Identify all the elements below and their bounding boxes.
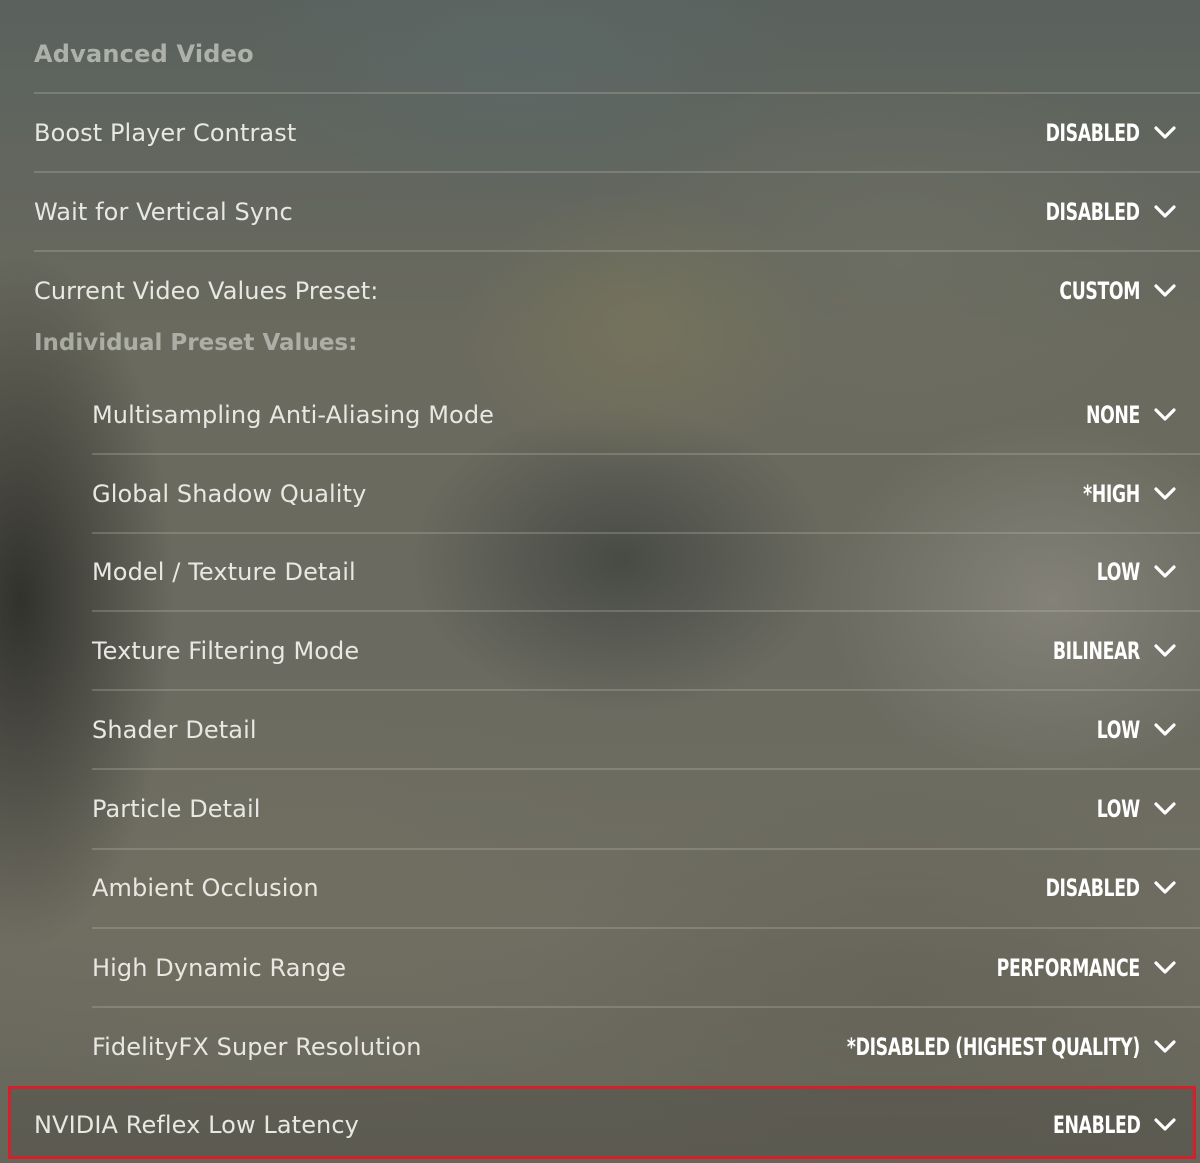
setting-dropdown[interactable]: *DISABLED (HIGHEST QUALITY) [733, 1033, 1176, 1061]
chevron-down-icon [1154, 1117, 1176, 1132]
setting-dropdown[interactable]: LOW [1080, 558, 1176, 586]
setting-label: Wait for Vertical Sync [34, 198, 293, 226]
setting-label: Texture Filtering Mode [92, 637, 360, 665]
setting-dropdown[interactable]: CUSTOM [1028, 277, 1176, 305]
setting-label: NVIDIA Reflex Low Latency [34, 1110, 359, 1139]
chevron-down-icon [1154, 1040, 1176, 1054]
setting-dropdown[interactable]: LOW [1080, 716, 1176, 744]
setting-value: ENABLED [1052, 1110, 1141, 1139]
chevron-down-icon [1154, 205, 1176, 219]
setting-label: Ambient Occlusion [92, 874, 319, 902]
setting-row-high-dynamic-range[interactable]: High Dynamic Range PERFORMANCE [92, 929, 1200, 1007]
individual-preset-heading: Individual Preset Values: [34, 330, 358, 356]
chevron-down-icon [1154, 126, 1176, 140]
setting-dropdown[interactable]: ENABLED [1019, 1111, 1176, 1139]
setting-label: Model / Texture Detail [92, 558, 356, 586]
setting-label: Multisampling Anti-Aliasing Mode [92, 401, 495, 429]
setting-value: LOW [1096, 558, 1140, 586]
setting-label: Current Video Values Preset: [34, 277, 379, 305]
chevron-down-icon [1154, 723, 1176, 737]
chevron-down-icon [1154, 408, 1176, 422]
setting-value: NONE [1086, 401, 1140, 429]
advanced-video-panel: Advanced Video Boost Player Contrast DIS… [0, 0, 1200, 1163]
setting-label: Shader Detail [92, 716, 257, 744]
setting-dropdown[interactable]: LOW [1080, 795, 1176, 823]
setting-value: DISABLED [1045, 119, 1140, 147]
setting-value: BILINEAR [1052, 637, 1140, 665]
setting-dropdown[interactable]: DISABLED [1009, 198, 1176, 226]
setting-label: FidelityFX Super Resolution [92, 1033, 422, 1061]
setting-value: LOW [1096, 795, 1140, 823]
setting-dropdown[interactable]: DISABLED [1009, 874, 1176, 902]
setting-row-nvidia-reflex-low-latency[interactable]: NVIDIA Reflex Low Latency ENABLED [34, 1087, 1200, 1162]
setting-value: PERFORMANCE [996, 954, 1140, 982]
setting-row-shader-detail[interactable]: Shader Detail LOW [92, 691, 1200, 769]
setting-dropdown[interactable]: NONE [1065, 401, 1176, 429]
setting-label: Particle Detail [92, 795, 261, 823]
setting-value: DISABLED [1045, 874, 1140, 902]
setting-dropdown[interactable]: BILINEAR [1019, 637, 1176, 665]
setting-dropdown[interactable]: DISABLED [1009, 119, 1176, 147]
setting-value: CUSTOM [1059, 277, 1140, 305]
chevron-down-icon [1154, 881, 1176, 895]
setting-row-current-video-preset[interactable]: Current Video Values Preset: CUSTOM [34, 252, 1200, 330]
setting-row-texture-filtering-mode[interactable]: Texture Filtering Mode BILINEAR [92, 612, 1200, 690]
chevron-down-icon [1154, 565, 1176, 579]
setting-label: Global Shadow Quality [92, 480, 367, 508]
setting-value: *DISABLED (HIGHEST QUALITY) [847, 1033, 1140, 1061]
section-title: Advanced Video [34, 40, 254, 68]
setting-dropdown[interactable]: PERFORMANCE [941, 954, 1176, 982]
setting-row-particle-detail[interactable]: Particle Detail LOW [92, 770, 1200, 848]
setting-row-boost-player-contrast[interactable]: Boost Player Contrast DISABLED [34, 94, 1200, 172]
setting-value: LOW [1096, 716, 1140, 744]
chevron-down-icon [1154, 644, 1176, 658]
chevron-down-icon [1154, 961, 1176, 975]
setting-row-fidelityfx-super-resolution[interactable]: FidelityFX Super Resolution *DISABLED (H… [92, 1008, 1200, 1086]
chevron-down-icon [1154, 487, 1176, 501]
setting-row-model-texture-detail[interactable]: Model / Texture Detail LOW [92, 533, 1200, 611]
setting-row-wait-for-vertical-sync[interactable]: Wait for Vertical Sync DISABLED [34, 173, 1200, 251]
setting-label: High Dynamic Range [92, 954, 347, 982]
chevron-down-icon [1154, 802, 1176, 816]
setting-value: *HIGH [1083, 480, 1140, 508]
setting-row-ambient-occlusion[interactable]: Ambient Occlusion DISABLED [92, 849, 1200, 927]
setting-row-msaa-mode[interactable]: Multisampling Anti-Aliasing Mode NONE [92, 376, 1200, 454]
chevron-down-icon [1154, 284, 1176, 298]
setting-row-global-shadow-quality[interactable]: Global Shadow Quality *HIGH [92, 455, 1200, 533]
setting-value: DISABLED [1045, 198, 1140, 226]
setting-dropdown[interactable]: *HIGH [1061, 480, 1176, 508]
setting-label: Boost Player Contrast [34, 119, 297, 147]
